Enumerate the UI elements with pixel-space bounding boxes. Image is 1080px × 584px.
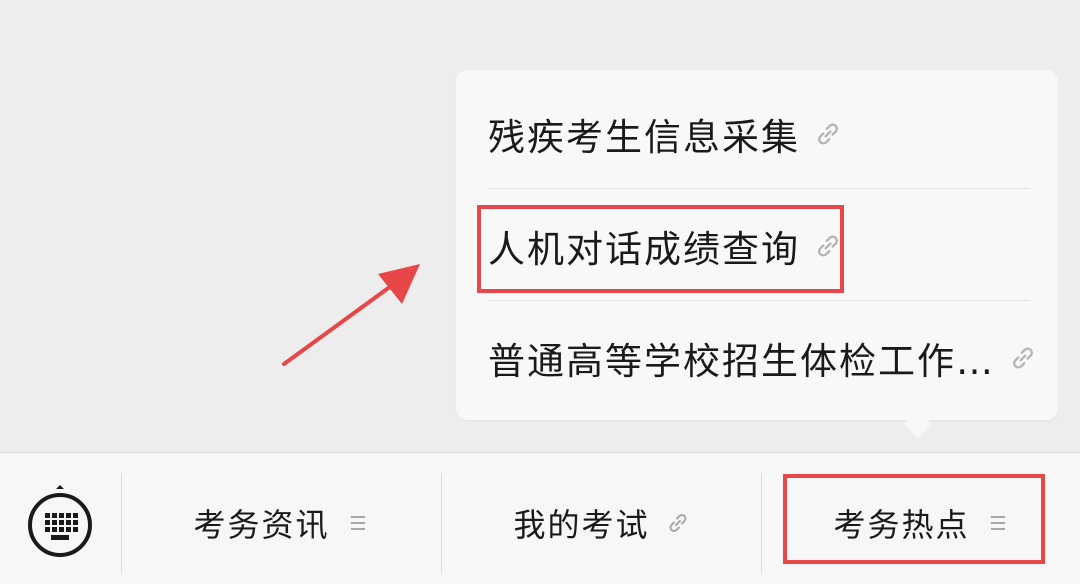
menu-lines-icon <box>990 516 1005 530</box>
submenu-item-label: 残疾考生信息采集 <box>488 116 800 159</box>
menu-lines-icon <box>350 516 365 530</box>
menu-tab-label: 考务热点 <box>833 506 970 544</box>
screen: 残疾考生信息采集 人机对话成绩查询 普通高等学校招生体检工作… 考务资讯 我的考… <box>0 0 1080 584</box>
submenu-divider <box>488 300 1030 301</box>
submenu-popup: 残疾考生信息采集 人机对话成绩查询 普通高等学校招生体检工作… <box>456 70 1058 420</box>
submenu-item-label: 人机对话成绩查询 <box>488 228 800 271</box>
link-icon <box>1013 347 1033 369</box>
bottom-menu-bar: 考务资讯 我的考试 考务热点 <box>0 452 1080 584</box>
menu-tab-exam-hotspot[interactable]: 考务热点 <box>762 473 1080 573</box>
menu-tab-label: 我的考试 <box>513 506 650 544</box>
submenu-item-label: 普通高等学校招生体检工作… <box>488 340 995 383</box>
submenu-item-physical-exam[interactable]: 普通高等学校招生体检工作… <box>488 322 1033 394</box>
link-icon <box>818 123 838 145</box>
annotation-arrow <box>282 264 420 366</box>
submenu-item-disabled-candidate-info[interactable]: 残疾考生信息采集 <box>488 98 1030 170</box>
submenu-divider <box>488 188 1030 189</box>
menu-tab-my-exam[interactable]: 我的考试 <box>442 473 761 573</box>
link-icon <box>668 513 687 533</box>
menu-tab-exam-news[interactable]: 考务资讯 <box>122 473 441 573</box>
keyboard-icon[interactable] <box>24 483 96 563</box>
link-icon <box>818 235 838 257</box>
submenu-item-score-query[interactable]: 人机对话成绩查询 <box>488 210 1030 282</box>
menu-tab-label: 考务资讯 <box>193 506 330 544</box>
